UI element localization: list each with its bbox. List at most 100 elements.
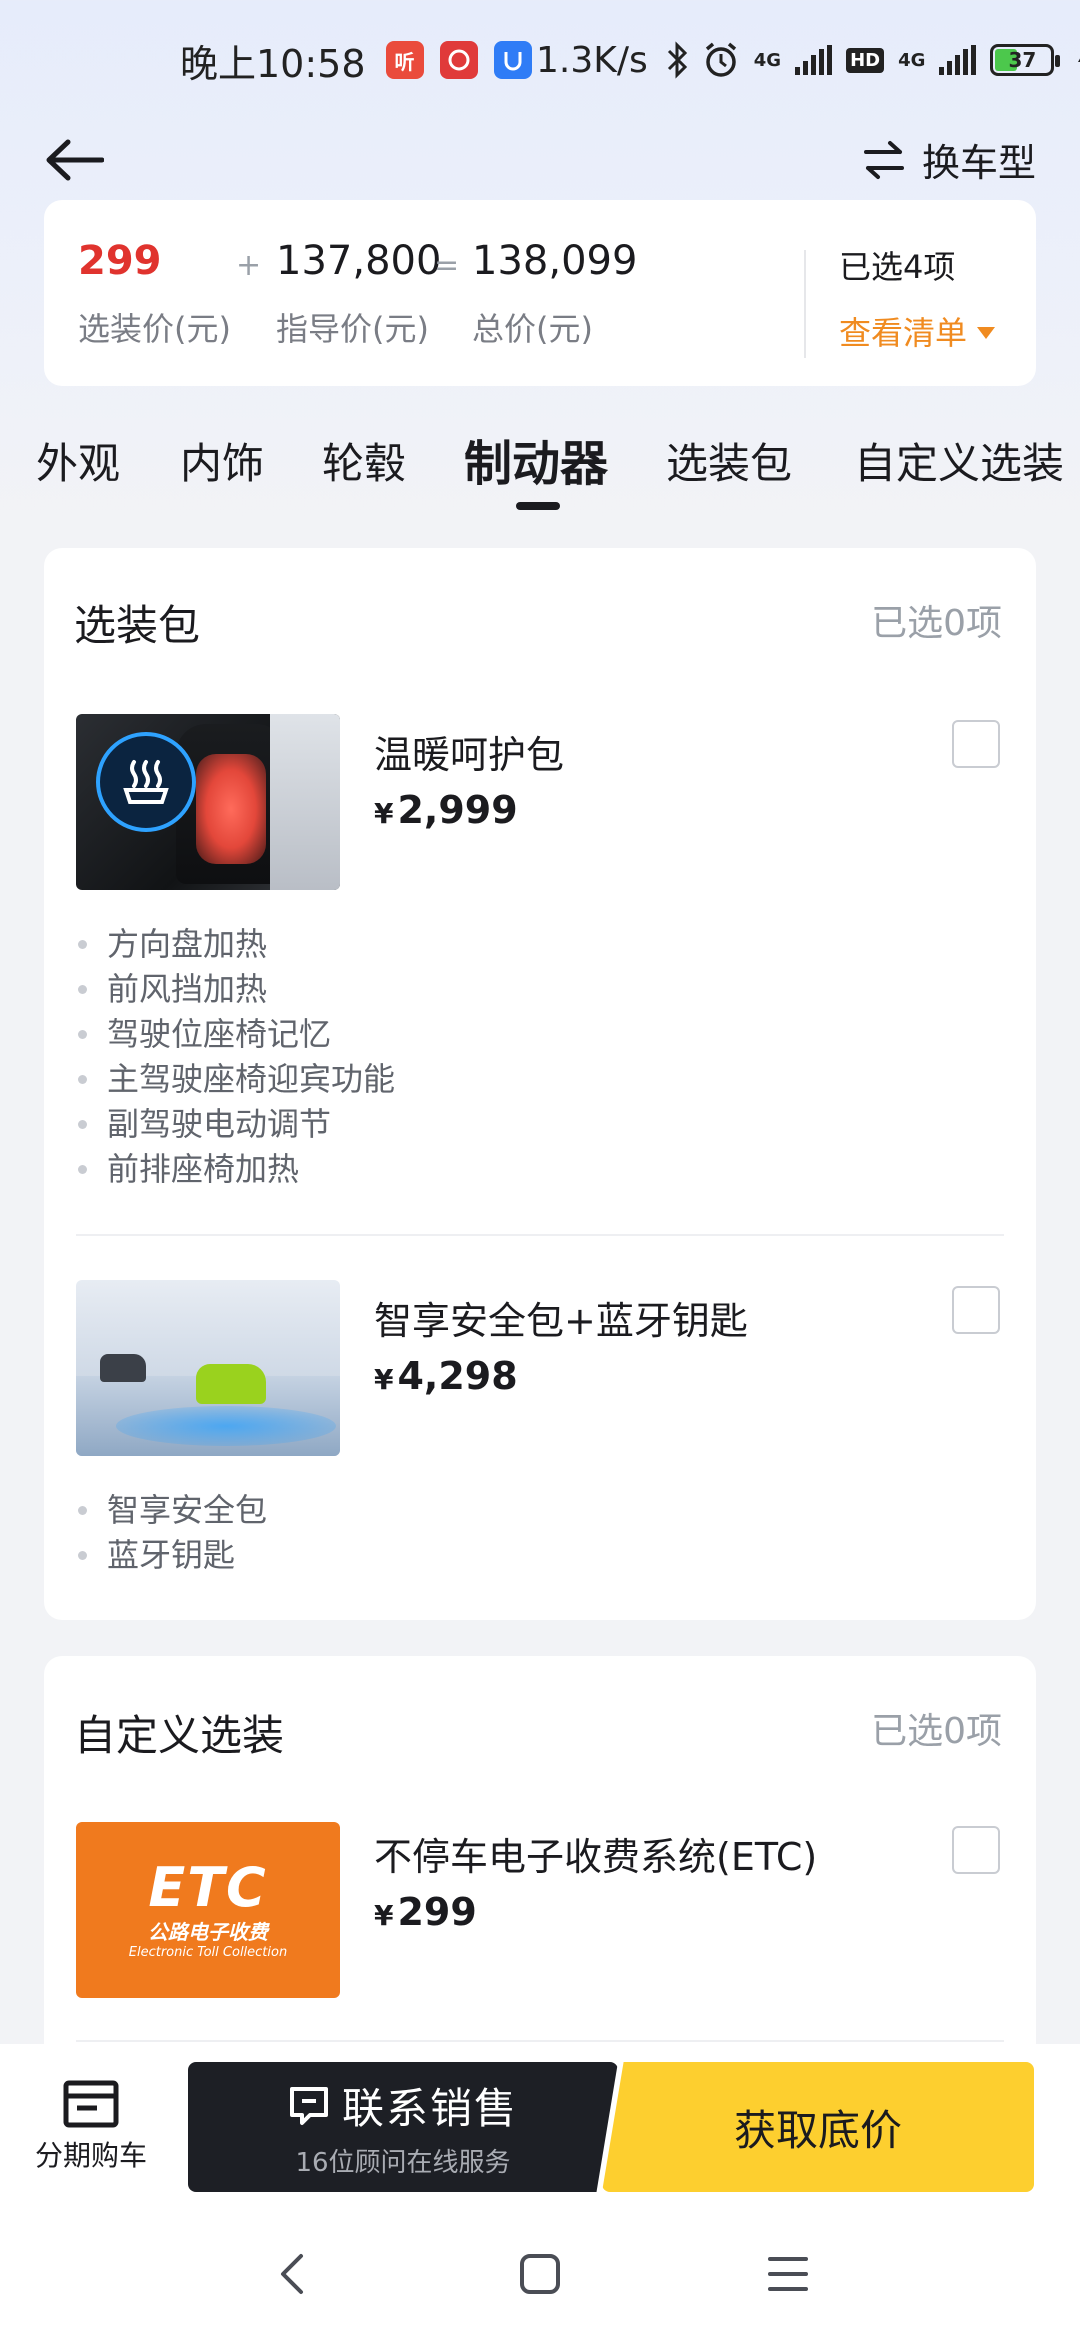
warm-care-package-image (76, 714, 340, 890)
menu-icon (768, 2257, 808, 2291)
swap-arrows-icon (863, 140, 904, 179)
status-time: 晚上10:58 (180, 41, 366, 86)
switch-model-button[interactable]: 换车型 (862, 132, 1036, 187)
app-notification-icon: 听 (385, 41, 424, 79)
total-price-label: 总价(元) (472, 310, 593, 348)
arrow-left-icon (46, 139, 104, 181)
tab-interior[interactable]: 内饰 (180, 430, 264, 491)
custom-options-title: 自定义选装 (74, 1711, 285, 1760)
square-icon (520, 2254, 560, 2294)
package-checkbox[interactable] (952, 1286, 1000, 1334)
currency-symbol: ¥ (374, 1363, 394, 1396)
package-price: ¥4,298 (374, 1354, 518, 1398)
package-features: 智享安全包 蓝牙钥匙 (78, 1488, 267, 1578)
view-list-label: 查看清单 (839, 314, 968, 352)
safety-package-image (76, 1280, 340, 1456)
price-summary-card: 299 选装价(元) + 137,800 指导价(元) = 138,099 总价… (44, 200, 1036, 386)
battery-level: 37 (1008, 48, 1037, 72)
seat-heating-icon (96, 732, 196, 832)
feature-item: 前排座椅加热 (78, 1147, 395, 1192)
network-type-4g-2: 4G (898, 49, 926, 71)
status-bar: 晚上10:58 听 1.3K/s 4G HD 4G 37 (0, 0, 1080, 120)
total-price: 138,099 总价(元) (472, 238, 637, 350)
tab-custom-options[interactable]: 自定义选装 (854, 430, 1064, 491)
alarm-icon (705, 42, 736, 77)
package-price: ¥2,999 (374, 788, 518, 832)
view-list-button[interactable]: 查看清单 (839, 308, 996, 354)
feature-item: 主驾驶座椅迎宾功能 (78, 1057, 395, 1102)
network-speed: 1.3K/s (536, 39, 648, 81)
option-price: 299 选装价(元) (78, 238, 231, 350)
option-checkbox[interactable] (952, 1826, 1000, 1874)
currency-symbol: ¥ (374, 797, 394, 830)
option-name: 不停车电子收费系统(ETC) (374, 1835, 818, 1879)
custom-options-card: 自定义选装 已选0项 ETC 公路电子收费 Electronic Toll Co… (44, 1656, 1036, 2086)
package-checkbox[interactable] (952, 720, 1000, 768)
nav-back-button[interactable] (262, 2244, 322, 2304)
feature-item: 前风挡加热 (78, 967, 395, 1012)
network-type-4g: 4G (753, 49, 782, 71)
etc-logo-text: ETC (148, 1856, 268, 1919)
contact-sales-label: 联系销售 (341, 2084, 518, 2133)
option-packages-selected: 已选0项 (871, 603, 1002, 644)
option-divider (76, 2040, 1004, 2042)
etc-logo-cn: 公路电子收费 (148, 1920, 268, 1944)
installment-button[interactable]: 分期购车 (26, 2080, 156, 2174)
bottom-action-bar: 分期购车 联系销售 16位顾问在线服务 获取底价 (0, 2044, 1080, 2204)
top-header: 换车型 (0, 110, 1080, 210)
tab-option-packages[interactable]: 选装包 (666, 430, 792, 491)
package-price-value: 2,999 (397, 788, 518, 832)
feature-item: 驾驶位座椅记忆 (78, 1012, 395, 1057)
option-price-value: 299 (397, 1890, 477, 1934)
package-features: 方向盘加热 前风挡加热 驾驶位座椅记忆 主驾驶座椅迎宾功能 副驾驶电动调节 前排… (78, 922, 395, 1192)
option-price: ¥299 (374, 1890, 477, 1934)
category-tabs: 外观 内饰 轮毂 制动器 选装包 自定义选装 (0, 420, 1080, 520)
etc-image: ETC 公路电子收费 Electronic Toll Collection (76, 1822, 340, 1998)
card-icon (63, 2080, 119, 2128)
hd-badge: HD (846, 47, 885, 73)
active-tab-indicator (516, 502, 560, 510)
feature-item: 蓝牙钥匙 (78, 1533, 267, 1578)
signal-icon (795, 45, 833, 75)
system-nav-bar (0, 2204, 1080, 2340)
contact-sales-sub: 16位顾问在线服务 (295, 2148, 511, 2178)
package-divider (76, 1234, 1004, 1236)
get-lowest-price-button[interactable]: 获取底价 (602, 2062, 1034, 2192)
guide-price: 137,800 指导价(元) (276, 238, 441, 350)
installment-label: 分期购车 (34, 2139, 147, 2172)
package-price-value: 4,298 (397, 1354, 518, 1398)
option-packages-card: 选装包 已选0项 温暖呵护包 ¥2,999 方向盘加热 前风挡加热 驾驶位座椅记… (44, 548, 1036, 1620)
feature-item: 智享安全包 (78, 1488, 267, 1533)
option-packages-title: 选装包 (74, 601, 201, 650)
equals-sign: = (434, 248, 460, 283)
nav-home-button[interactable] (510, 2244, 570, 2304)
total-price-value: 138,099 (472, 238, 638, 284)
caret-down-icon (977, 327, 996, 339)
option-price-value: 299 (78, 238, 162, 284)
currency-symbol: ¥ (374, 1899, 394, 1932)
tab-wheels[interactable]: 轮毂 (322, 430, 406, 491)
guide-price-label: 指导价(元) (276, 310, 429, 348)
back-button[interactable] (44, 130, 108, 190)
charging-icon (1078, 59, 1080, 62)
plus-sign: + (236, 248, 262, 283)
chat-icon (289, 2086, 328, 2125)
etc-logo-en: Electronic Toll Collection (128, 1945, 288, 1960)
feature-item: 方向盘加热 (78, 922, 395, 967)
price-divider (804, 250, 806, 358)
app-notification-icon-3 (493, 41, 532, 79)
get-lowest-price-label: 获取底价 (733, 2105, 902, 2155)
tab-brakes[interactable]: 制动器 (464, 424, 608, 494)
custom-options-selected: 已选0项 (871, 1711, 1002, 1752)
guide-price-value: 137,800 (276, 238, 442, 284)
app-notification-icon-2 (439, 41, 478, 79)
nav-menu-button[interactable] (758, 2244, 818, 2304)
battery-icon: 37 (990, 44, 1061, 76)
option-price-label: 选装价(元) (78, 310, 231, 348)
contact-sales-button[interactable]: 联系销售 16位顾问在线服务 (188, 2062, 618, 2192)
tab-exterior[interactable]: 外观 (36, 430, 120, 491)
bluetooth-icon (667, 41, 687, 79)
package-name: 智享安全包+蓝牙钥匙 (374, 1299, 748, 1343)
feature-item: 副驾驶电动调节 (78, 1102, 395, 1147)
chevron-left-icon (281, 2254, 303, 2294)
